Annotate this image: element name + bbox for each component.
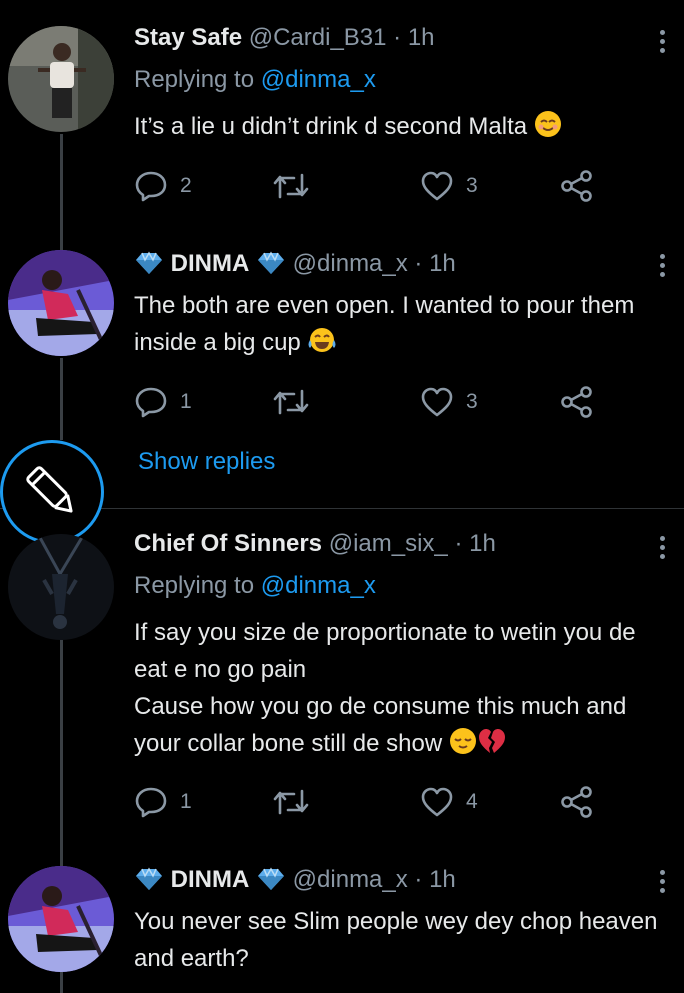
reply-count: 2 [180,174,192,197]
share-icon [561,386,592,418]
author-handle: @Cardi_B31 [248,24,387,51]
share-button[interactable] [560,382,594,422]
tweet-text-content: The both are even open. I wanted to pour… [134,292,635,356]
share-button[interactable] [560,782,594,822]
tweet-text: The both are even open. I wanted to pour… [134,287,664,365]
heart-icon [421,387,453,417]
tweet-text: It’s a lie u didn’t drink d second Malta [134,108,664,149]
tweet-time: · 1h [414,866,456,893]
replying-to: Replying to @dinma_x [134,572,376,600]
diamond-icon [256,251,286,282]
reply-button[interactable]: 1 [134,782,192,822]
show-replies-link[interactable]: Show replies [138,448,275,476]
tweet-text-content: You never see Slim people wey dey chop h… [134,908,658,972]
like-count: 4 [466,790,478,813]
tweet-text: If say you size de proportionate to weti… [134,614,664,766]
author-name[interactable]: Chief Of Sinners [134,530,322,557]
avatar[interactable] [8,250,114,356]
avatar[interactable] [8,534,114,640]
retweet-button[interactable] [272,382,310,422]
author-handle: @dinma_x [292,250,408,277]
tweet[interactable]: Chief Of Sinners @iam_six_ · 1h Replying… [0,530,684,866]
tweet-actions: 1 3 [134,382,614,422]
replying-to: Replying to @dinma_x [134,66,376,94]
like-button[interactable]: 4 [420,782,478,822]
reply-button[interactable]: 1 [134,382,192,422]
author-name[interactable]: DINMA [171,866,250,893]
tweet-header: DINMA @dinma_x · 1h [134,866,456,898]
author-name[interactable]: DINMA [171,250,250,277]
share-icon [561,170,592,202]
like-button[interactable]: 3 [420,382,478,422]
author-handle: @dinma_x [292,866,408,893]
diamond-icon [134,867,164,898]
tweet-text-content: It’s a lie u didn’t drink d second Malta [134,113,528,140]
retweet-icon [273,389,309,415]
reply-count: 1 [180,390,192,413]
tweet[interactable]: Stay Safe @Cardi_B31 · 1h Replying to @d… [0,0,684,250]
pencil-icon [26,466,73,513]
reply-button[interactable]: 2 [134,166,192,206]
tweet-time: · 1h [393,24,435,51]
tweet-time: · 1h [454,530,496,557]
more-options-icon[interactable] [660,254,666,281]
more-options-icon[interactable] [660,30,666,57]
tweet-header: Stay Safe @Cardi_B31 · 1h [134,24,435,52]
retweet-icon [273,173,309,199]
reply-icon [135,787,167,818]
like-count: 3 [466,174,478,197]
reply-icon [135,171,167,202]
tweet-time: · 1h [414,250,456,277]
retweet-button[interactable] [272,782,310,822]
share-icon [561,786,592,818]
diamond-icon [256,867,286,898]
avatar[interactable] [8,866,114,972]
tweet[interactable]: DINMA @dinma_x · 1h The both are even op… [0,250,684,438]
divider [0,508,684,509]
heart-icon [421,787,453,817]
tweet-actions: 2 3 [134,166,614,206]
replying-to-link[interactable]: @dinma_x [261,66,376,93]
retweet-icon [273,789,309,815]
retweet-button[interactable] [272,166,310,206]
replying-prefix: Replying to [134,66,255,93]
more-options-icon[interactable] [660,870,666,897]
share-button[interactable] [560,166,594,206]
tears-of-joy-emoji-icon [307,326,337,365]
avatar[interactable] [8,26,114,132]
replying-prefix: Replying to [134,572,255,599]
smiling-emoji-icon [534,110,562,149]
tweet-text-content: If say you size de proportionate to weti… [134,619,636,757]
tweet-header: Chief Of Sinners @iam_six_ · 1h [134,530,496,558]
like-count: 3 [466,390,478,413]
tweet-text: You never see Slim people wey dey chop h… [134,903,664,977]
author-handle: @iam_six_ [328,530,448,557]
tweet[interactable]: DINMA @dinma_x · 1h You never see Slim p… [0,866,684,993]
reply-icon [135,387,167,418]
tweet-header: DINMA @dinma_x · 1h [134,250,456,282]
like-button[interactable]: 3 [420,166,478,206]
author-name[interactable]: Stay Safe [134,24,242,51]
more-options-icon[interactable] [660,536,666,563]
tweet-actions: 1 4 [134,782,614,822]
reply-count: 1 [180,790,192,813]
heart-icon [421,171,453,201]
compose-button[interactable] [0,440,104,544]
diamond-icon [134,251,164,282]
replying-to-link[interactable]: @dinma_x [261,572,376,599]
broken-heart-emoji-icon [477,727,507,766]
relieved-face-emoji-icon [449,727,477,766]
